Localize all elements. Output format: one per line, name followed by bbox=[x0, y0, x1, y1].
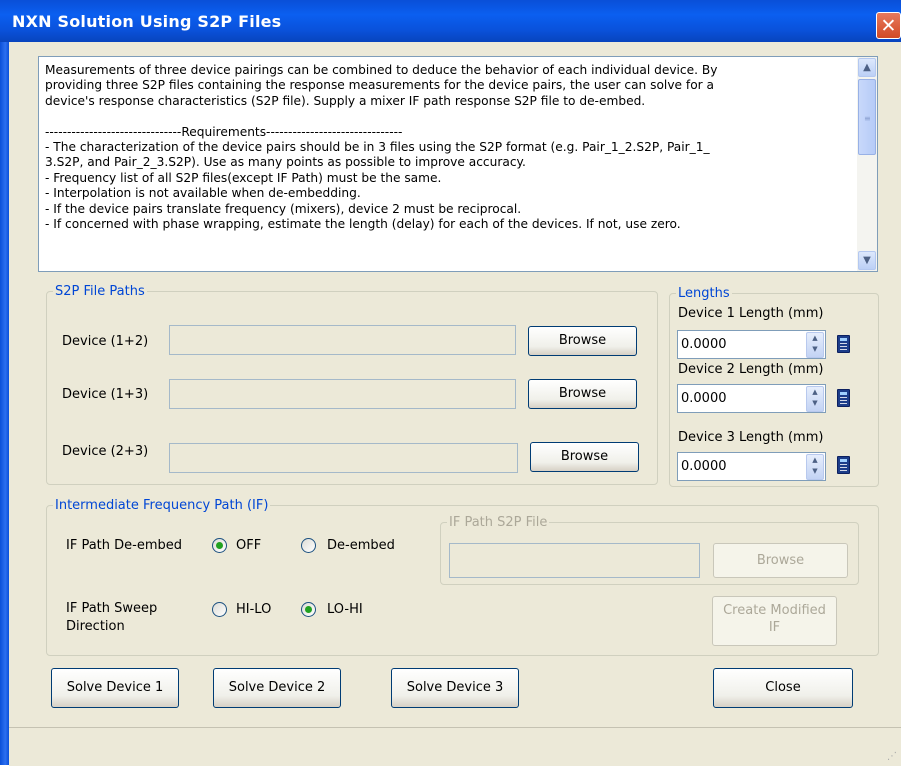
if-sweep-hi-lo-label[interactable]: HI-LO bbox=[236, 602, 271, 617]
description-line: Measurements of three device pairings ca… bbox=[45, 63, 718, 77]
if-deembed-label: IF Path De-embed bbox=[66, 538, 182, 553]
if-s2p-file-legend: IF Path S2P File bbox=[449, 515, 548, 530]
device-3-length-input[interactable]: 0.0000 ▲ ▼ bbox=[677, 452, 826, 481]
device-1-length-value: 0.0000 bbox=[681, 337, 727, 352]
create-modified-if-line2: IF bbox=[768, 620, 781, 635]
description-line: - If the device pairs translate frequenc… bbox=[45, 201, 522, 216]
device-1-3-path-field[interactable] bbox=[169, 379, 516, 409]
if-deembed-off-radio[interactable] bbox=[212, 538, 227, 553]
description-line: - If concerned with phase wrapping, esti… bbox=[45, 217, 681, 232]
description-line: - Frequency list of all S2P files(except… bbox=[45, 170, 442, 185]
description-line: device's response characteristics (S2P f… bbox=[45, 93, 646, 108]
scroll-down-icon[interactable]: ▼ bbox=[858, 251, 876, 270]
description-text: Measurements of three device pairings ca… bbox=[45, 63, 853, 269]
device-1-length-spinner[interactable]: ▲ ▼ bbox=[806, 332, 824, 358]
if-sweep-hi-lo-radio[interactable] bbox=[212, 602, 227, 617]
calculator-icon[interactable] bbox=[837, 335, 850, 353]
scroll-thumb[interactable]: ≡ bbox=[858, 79, 876, 155]
device-2-length-label: Device 2 Length (mm) bbox=[678, 362, 824, 377]
calculator-icon[interactable] bbox=[837, 389, 850, 407]
window-border bbox=[0, 42, 9, 765]
browse-device-2-3-button[interactable]: Browse bbox=[530, 442, 639, 472]
device-1-2-path-field[interactable] bbox=[169, 325, 516, 355]
device-3-length-label: Device 3 Length (mm) bbox=[678, 430, 824, 445]
device-3-length-value: 0.0000 bbox=[681, 459, 727, 474]
if-deembed-on-radio[interactable] bbox=[301, 538, 316, 553]
create-modified-if-line1: Create Modified bbox=[723, 603, 826, 618]
create-modified-if-button[interactable]: Create Modified IF bbox=[712, 596, 837, 646]
device-2-length-input[interactable]: 0.0000 ▲ ▼ bbox=[677, 384, 826, 413]
device-1-length-label: Device 1 Length (mm) bbox=[678, 306, 824, 321]
if-sweep-label-line2: Direction bbox=[66, 619, 125, 634]
if-sweep-lo-hi-label[interactable]: LO-HI bbox=[327, 602, 363, 617]
window-title: NXN Solution Using S2P Files bbox=[12, 12, 282, 31]
device-1-3-label: Device (1+3) bbox=[62, 387, 149, 402]
device-3-length-spinner[interactable]: ▲ ▼ bbox=[806, 454, 824, 480]
device-2-length-value: 0.0000 bbox=[681, 391, 727, 406]
browse-device-1-2-button[interactable]: Browse bbox=[528, 326, 637, 356]
nxn-solution-dialog: NXN Solution Using S2P Files ✕ Measureme… bbox=[0, 0, 901, 766]
solve-device-2-button[interactable]: Solve Device 2 bbox=[213, 668, 341, 708]
title-bar[interactable]: NXN Solution Using S2P Files ✕ bbox=[0, 0, 901, 42]
close-button[interactable]: Close bbox=[713, 668, 853, 708]
if-deembed-off-label[interactable]: OFF bbox=[236, 538, 261, 553]
description-line: 3.S2P, and Pair_2_3.S2P). Use as many po… bbox=[45, 155, 526, 170]
scroll-up-icon[interactable]: ▲ bbox=[858, 58, 876, 77]
if-deembed-on-label[interactable]: De-embed bbox=[327, 538, 395, 553]
if-browse-button[interactable]: Browse bbox=[713, 543, 848, 578]
description-scrollbar[interactable]: ▲ ≡ ▼ bbox=[857, 57, 877, 271]
lengths-legend: Lengths bbox=[678, 286, 730, 301]
resize-grip-icon[interactable]: ⋰ bbox=[887, 751, 897, 762]
status-bar: ⋰ bbox=[9, 727, 901, 766]
description-line: - Interpolation is not available when de… bbox=[45, 186, 361, 201]
description-line bbox=[45, 109, 853, 124]
device-1-2-label: Device (1+2) bbox=[62, 334, 149, 349]
close-window-icon[interactable]: ✕ bbox=[876, 12, 901, 39]
if-sweep-lo-hi-radio[interactable] bbox=[301, 602, 316, 617]
description-line: - The characterization of the device pai… bbox=[45, 140, 710, 155]
calculator-icon[interactable] bbox=[837, 456, 850, 474]
solve-device-1-button[interactable]: Solve Device 1 bbox=[51, 668, 179, 708]
if-sweep-label: IF Path Sweep bbox=[66, 601, 158, 616]
device-2-3-path-field[interactable] bbox=[169, 443, 518, 473]
device-2-3-label: Device (2+3) bbox=[62, 444, 149, 459]
description-textbox[interactable]: Measurements of three device pairings ca… bbox=[38, 56, 878, 272]
solve-device-3-button[interactable]: Solve Device 3 bbox=[391, 668, 519, 708]
s2p-file-paths-legend: S2P File Paths bbox=[55, 284, 145, 299]
device-2-length-spinner[interactable]: ▲ ▼ bbox=[806, 386, 824, 412]
if-path-legend: Intermediate Frequency Path (IF) bbox=[55, 498, 269, 513]
browse-device-1-3-button[interactable]: Browse bbox=[528, 379, 637, 409]
device-1-length-input[interactable]: 0.0000 ▲ ▼ bbox=[677, 330, 826, 359]
description-line: providing three S2P files containing the… bbox=[45, 78, 715, 93]
requirements-heading: -------------------------------Requireme… bbox=[45, 124, 403, 139]
if-s2p-file-path-field[interactable] bbox=[449, 543, 700, 578]
